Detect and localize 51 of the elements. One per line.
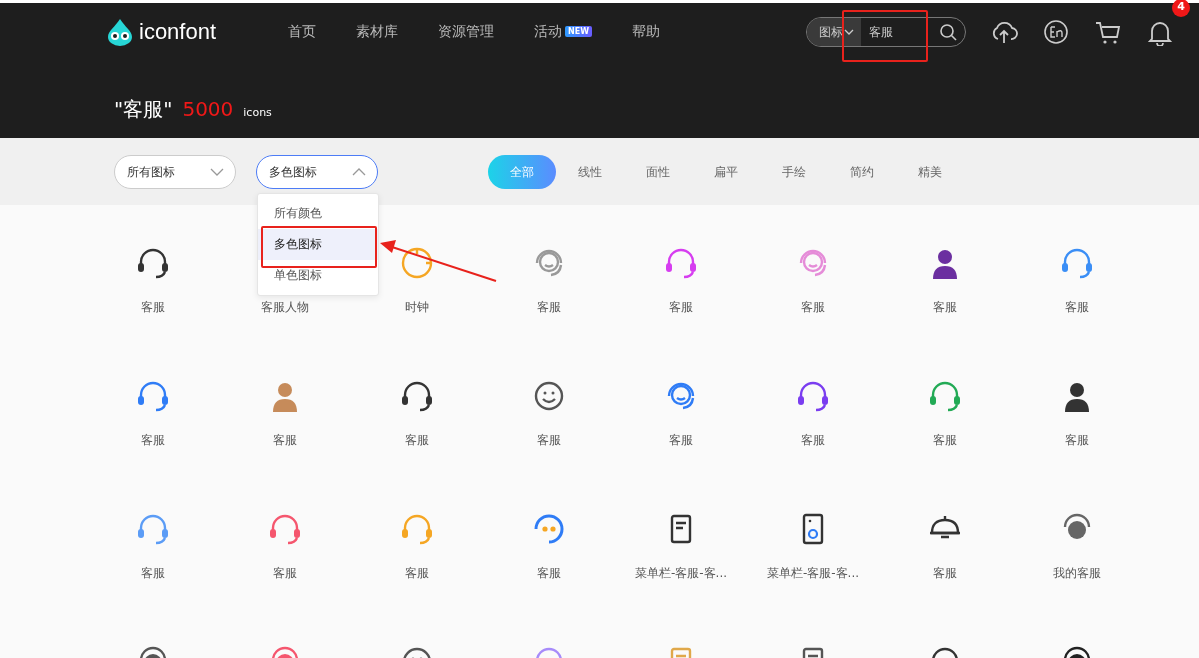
caret-icon: [209, 166, 225, 177]
icon-label: 客服: [1065, 432, 1089, 449]
icon-label: 客服: [1065, 299, 1089, 316]
dropdown-option[interactable]: 所有颜色: [258, 197, 378, 229]
result-count: 5000: [182, 96, 234, 123]
style-tab[interactable]: 扁平: [692, 154, 760, 189]
style-tab[interactable]: 线性: [556, 154, 624, 189]
nav-link[interactable]: 首页: [288, 21, 317, 42]
icon-label: 客服人物: [261, 299, 309, 316]
icon-label: 客服: [537, 565, 561, 582]
icon-label: 客服: [669, 299, 693, 316]
search-type-dropdown[interactable]: 图标: [807, 17, 862, 46]
nav-link[interactable]: 资源管理: [438, 21, 495, 42]
style-tab[interactable]: 精美: [896, 154, 964, 189]
nav-link[interactable]: 帮助: [632, 21, 661, 42]
dropdown-option[interactable]: 单色图标: [258, 259, 378, 291]
icon-label: 客服: [933, 565, 957, 582]
nav-link[interactable]: 活动 $^{NEW}$: [534, 21, 593, 42]
icon-label: 客服: [141, 432, 165, 449]
filter-dropdown[interactable]: 所有图标: [114, 154, 236, 189]
icon-label: 客服: [933, 299, 957, 316]
icon-label: 菜单栏-客服-客...: [634, 565, 728, 582]
icon-label: 客服: [273, 432, 297, 449]
notification-badge: 4: [1172, 0, 1191, 17]
icon-label: 客服: [537, 432, 561, 449]
icon-label: 客服: [273, 565, 297, 582]
style-tab[interactable]: 手绘: [760, 154, 828, 189]
nav-link[interactable]: 素材库: [356, 21, 399, 42]
icon-label: 时钟: [405, 299, 429, 316]
icon-label: 客服: [669, 432, 693, 449]
caret-icon: [351, 166, 367, 177]
icon-label: 我的客服: [1053, 565, 1101, 582]
style-tab[interactable]: 面性: [624, 154, 692, 189]
logo-text: iconfont: [139, 18, 217, 46]
icon-label: 客服: [801, 432, 825, 449]
caret-icon: [843, 27, 856, 36]
icon-label: 客服: [801, 299, 825, 316]
icon-label: 客服: [141, 565, 165, 582]
icon-label: 客服: [141, 299, 165, 316]
icon-label: 客服: [933, 432, 957, 449]
icon-label: 菜单栏-客服-客...: [766, 565, 860, 582]
dropdown-option[interactable]: 多色图标: [258, 228, 378, 260]
icon-label: 客服: [405, 565, 429, 582]
result-unit: icons: [243, 105, 272, 121]
new-badge: NEW: [565, 26, 593, 37]
language-button[interactable]: [1042, 17, 1071, 46]
icon-label: 客服: [537, 299, 561, 316]
icon-label: 客服: [405, 432, 429, 449]
search-icon: [939, 23, 958, 41]
style-tab[interactable]: 简约: [828, 154, 896, 189]
search-query: "客服": [114, 96, 173, 123]
